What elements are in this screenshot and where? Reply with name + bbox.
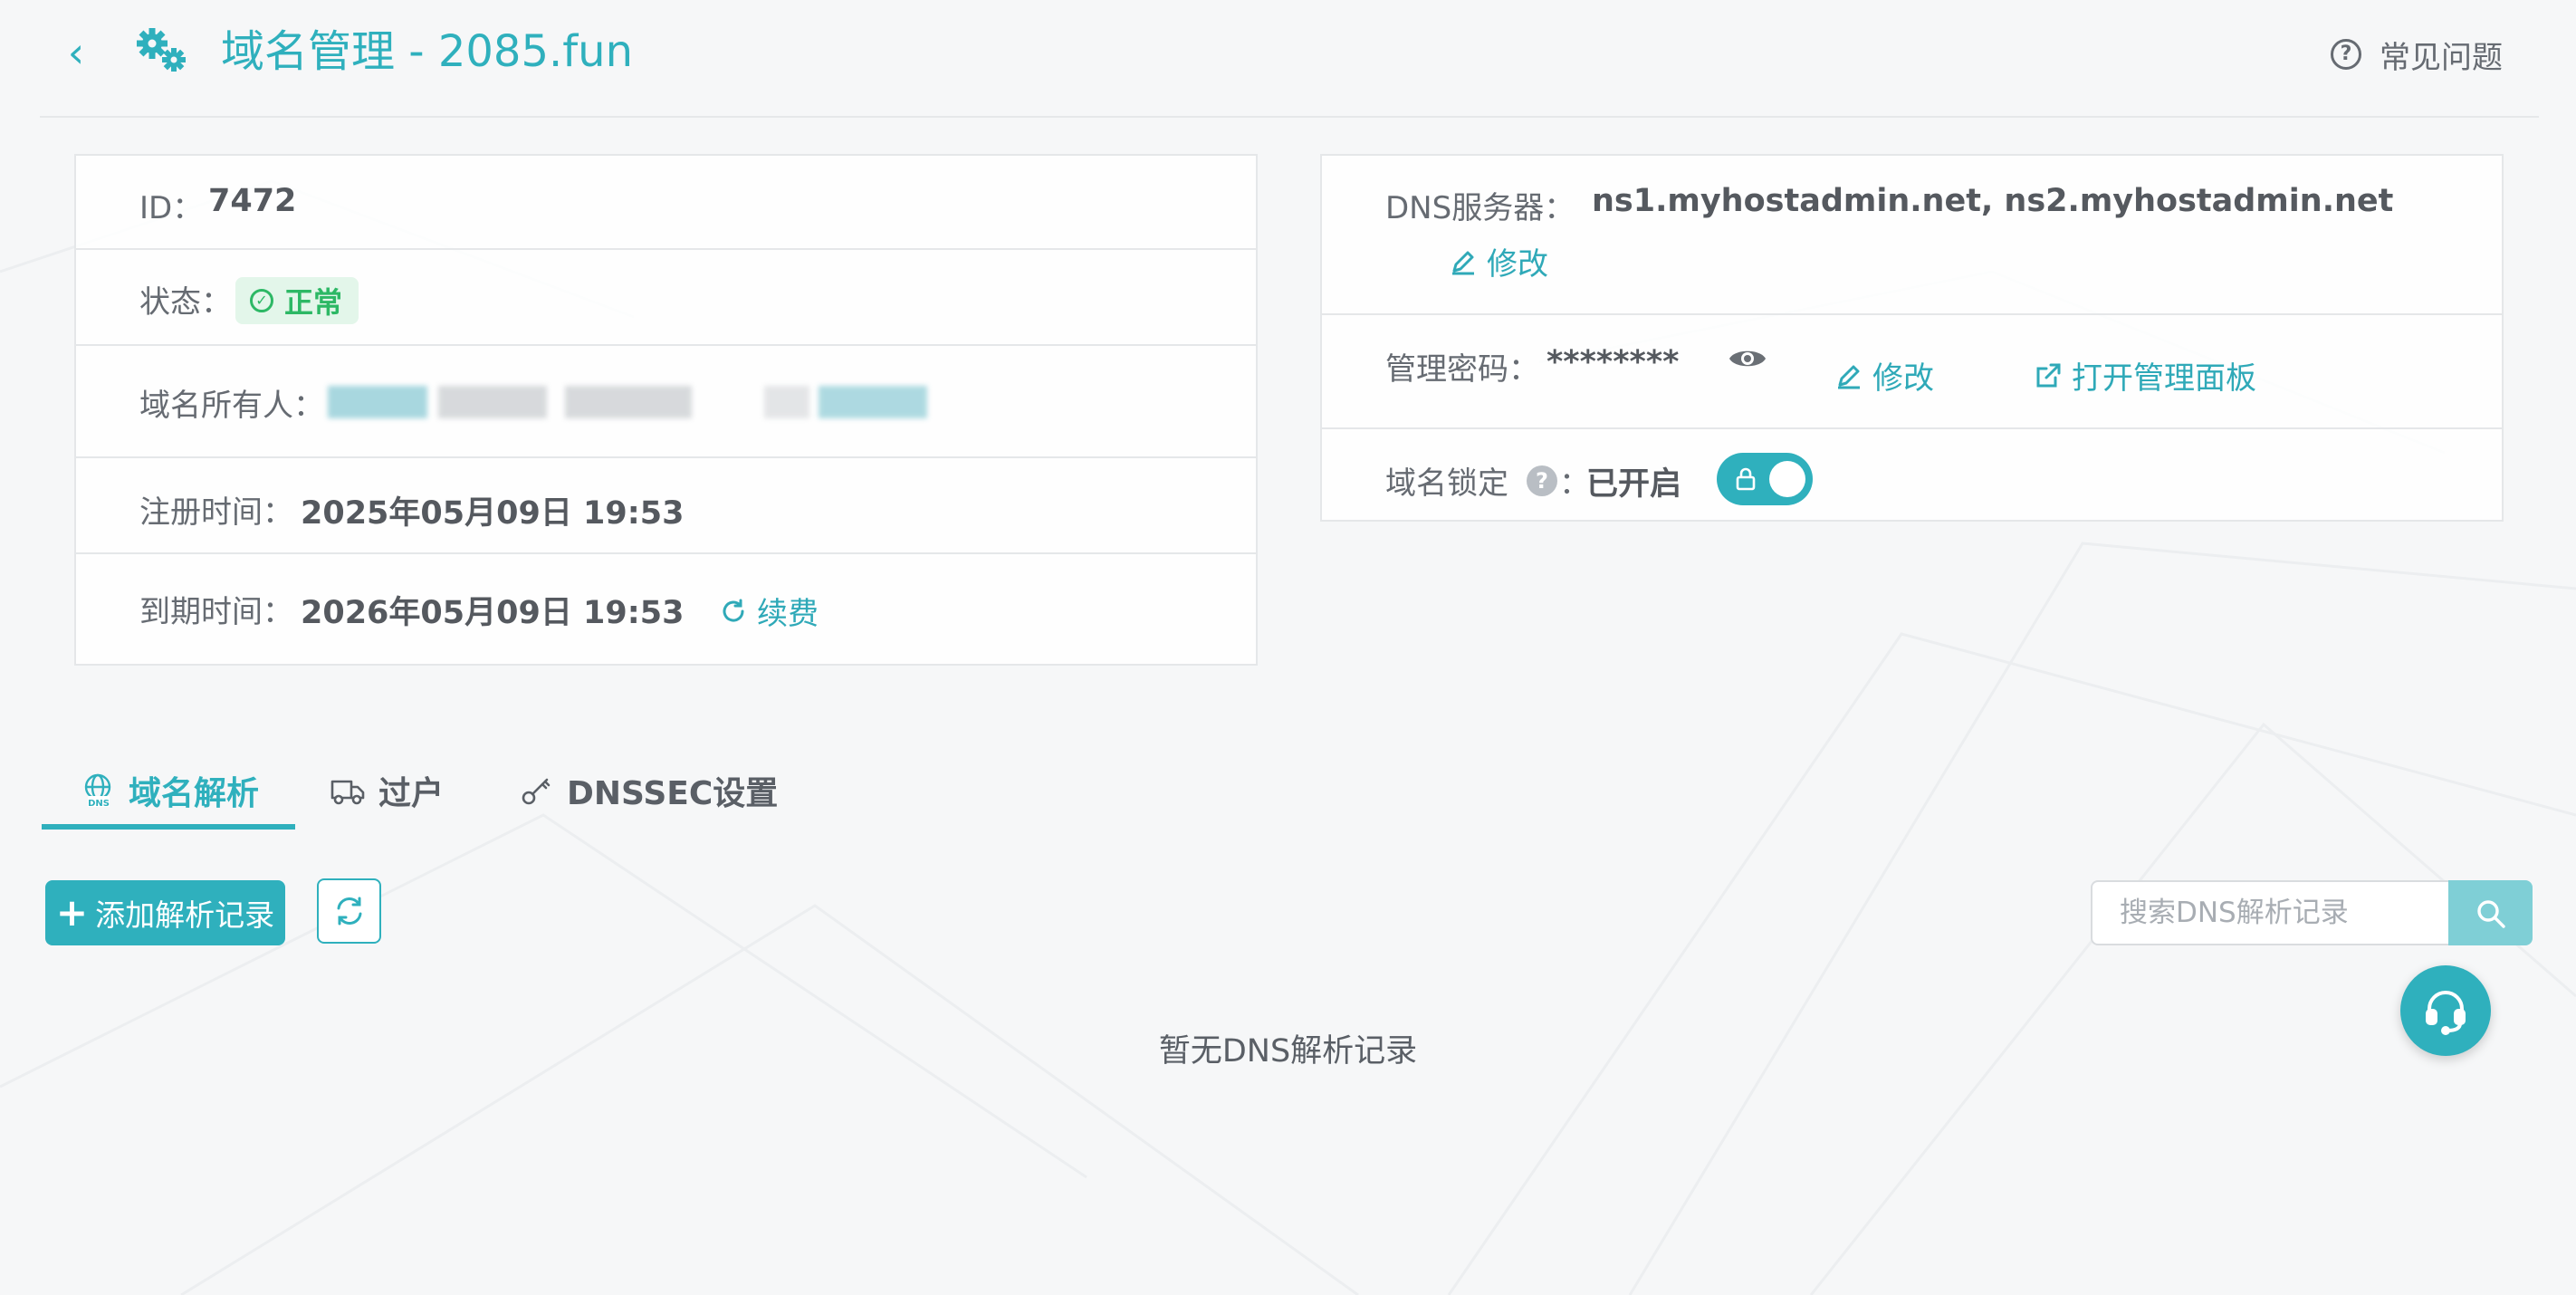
tab-dnssec[interactable]: DNSSEC设置 bbox=[518, 752, 778, 830]
external-link-icon bbox=[2036, 363, 2061, 387]
status-row: 状态： ✓ 正常 bbox=[76, 250, 1256, 346]
password-modify-button[interactable]: 修改 bbox=[1834, 353, 1934, 398]
active-tab-indicator bbox=[42, 824, 295, 830]
owner-row: 域名所有人： bbox=[76, 346, 1256, 458]
exp-row: 到期时间： 2026年05月09日 19:53 续费 bbox=[76, 554, 1256, 666]
empty-records-message: 暂无DNS解析记录 bbox=[1158, 1033, 1418, 1070]
renew-label: 续费 bbox=[757, 596, 819, 632]
back-button[interactable]: ‹ bbox=[58, 27, 94, 78]
password-row: 管理密码： ******** 修改 打开管理面板 bbox=[1322, 315, 2502, 429]
truck-icon bbox=[330, 780, 365, 805]
question-circle-icon: ? bbox=[2331, 39, 2361, 70]
faq-label: 常见问题 bbox=[2380, 39, 2503, 76]
domain-info-card: ID： 7472 状态： ✓ 正常 域名所有人： 注册时间： 2025年05月0… bbox=[74, 154, 1258, 666]
owner-label: 域名所有人： bbox=[139, 388, 324, 424]
toggle-knob bbox=[1769, 461, 1805, 497]
plus-icon: + bbox=[55, 890, 89, 935]
open-panel-label: 打开管理面板 bbox=[2072, 360, 2256, 397]
tab-transfer-label: 过户 bbox=[378, 775, 445, 812]
dns-server-value: ns1.myhostadmin.net, ns2.myhostadmin.net bbox=[1592, 183, 2394, 219]
lock-value: 已开启 bbox=[1586, 466, 1682, 503]
lock-row: 域名锁定 ? ： 已开启 bbox=[1322, 429, 2502, 522]
open-panel-button[interactable]: 打开管理面板 bbox=[2034, 353, 2256, 398]
refresh-icon bbox=[337, 897, 362, 926]
page-header: ‹ 域名管理 - 2085.fun ? 常见问题 bbox=[40, 0, 2539, 118]
exp-label: 到期时间： bbox=[139, 594, 293, 630]
lock-icon bbox=[1736, 467, 1756, 491]
search-button[interactable] bbox=[2448, 880, 2533, 945]
tab-bar: DNS 域名解析 过户 DNSSEC设置 bbox=[42, 752, 857, 830]
chevron-left-icon: ‹ bbox=[67, 28, 85, 77]
gears-icon bbox=[137, 28, 186, 72]
help-icon[interactable]: ? bbox=[1527, 465, 1557, 496]
reg-row: 注册时间： 2025年05月09日 19:53 bbox=[76, 458, 1256, 554]
svg-text:DNS: DNS bbox=[88, 799, 110, 809]
search-icon bbox=[2477, 900, 2505, 928]
dns-server-label: DNS服务器： bbox=[1385, 190, 1575, 226]
pencil-icon bbox=[1838, 365, 1860, 388]
faq-link[interactable]: ? 常见问题 bbox=[2331, 29, 2503, 80]
search-input[interactable] bbox=[2091, 880, 2448, 945]
id-row: ID： 7472 bbox=[76, 156, 1256, 250]
exp-value: 2026年05月09日 19:53 bbox=[301, 595, 685, 631]
renew-button[interactable]: 续费 bbox=[719, 589, 819, 633]
tab-dns-label: 域名解析 bbox=[129, 775, 260, 812]
dns-server-row: DNS服务器： ns1.myhostadmin.net, ns2.myhosta… bbox=[1322, 156, 2502, 315]
status-label: 状态： bbox=[139, 284, 232, 321]
check-circle-icon: ✓ bbox=[250, 289, 273, 312]
reg-value: 2025年05月09日 19:53 bbox=[301, 495, 685, 532]
password-value: ******** bbox=[1547, 344, 1680, 380]
domain-lock-toggle[interactable] bbox=[1717, 453, 1813, 505]
page-title: 域名管理 - 2085.fun bbox=[221, 26, 633, 77]
password-modify-label: 修改 bbox=[1872, 360, 1934, 397]
dns-info-card: DNS服务器： ns1.myhostadmin.net, ns2.myhosta… bbox=[1320, 154, 2504, 522]
add-record-label: 添加解析记录 bbox=[95, 897, 275, 933]
key-icon bbox=[522, 778, 551, 805]
id-label: ID： bbox=[139, 190, 204, 226]
tab-transfer[interactable]: 过户 bbox=[330, 752, 444, 830]
password-label: 管理密码： bbox=[1385, 351, 1539, 388]
lock-label: 域名锁定 bbox=[1385, 465, 1508, 502]
lock-colon: ： bbox=[1559, 465, 1590, 502]
globe-dns-icon: DNS bbox=[84, 773, 111, 809]
status-value: 正常 bbox=[284, 285, 343, 320]
id-value: 7472 bbox=[208, 183, 297, 219]
dns-modify-label: 修改 bbox=[1487, 246, 1548, 283]
tab-dnssec-label: DNSSEC设置 bbox=[567, 775, 779, 812]
add-record-button[interactable]: + 添加解析记录 bbox=[45, 880, 285, 945]
rotate-icon bbox=[723, 599, 744, 622]
dns-modify-button[interactable]: 修改 bbox=[1449, 239, 1548, 283]
status-badge: ✓ 正常 bbox=[235, 277, 359, 324]
reg-label: 注册时间： bbox=[139, 494, 293, 531]
refresh-button[interactable] bbox=[317, 878, 381, 944]
pencil-icon bbox=[1452, 251, 1474, 274]
eye-icon[interactable] bbox=[1728, 344, 1767, 373]
tab-dns-resolution[interactable]: DNS 域名解析 bbox=[80, 752, 259, 830]
